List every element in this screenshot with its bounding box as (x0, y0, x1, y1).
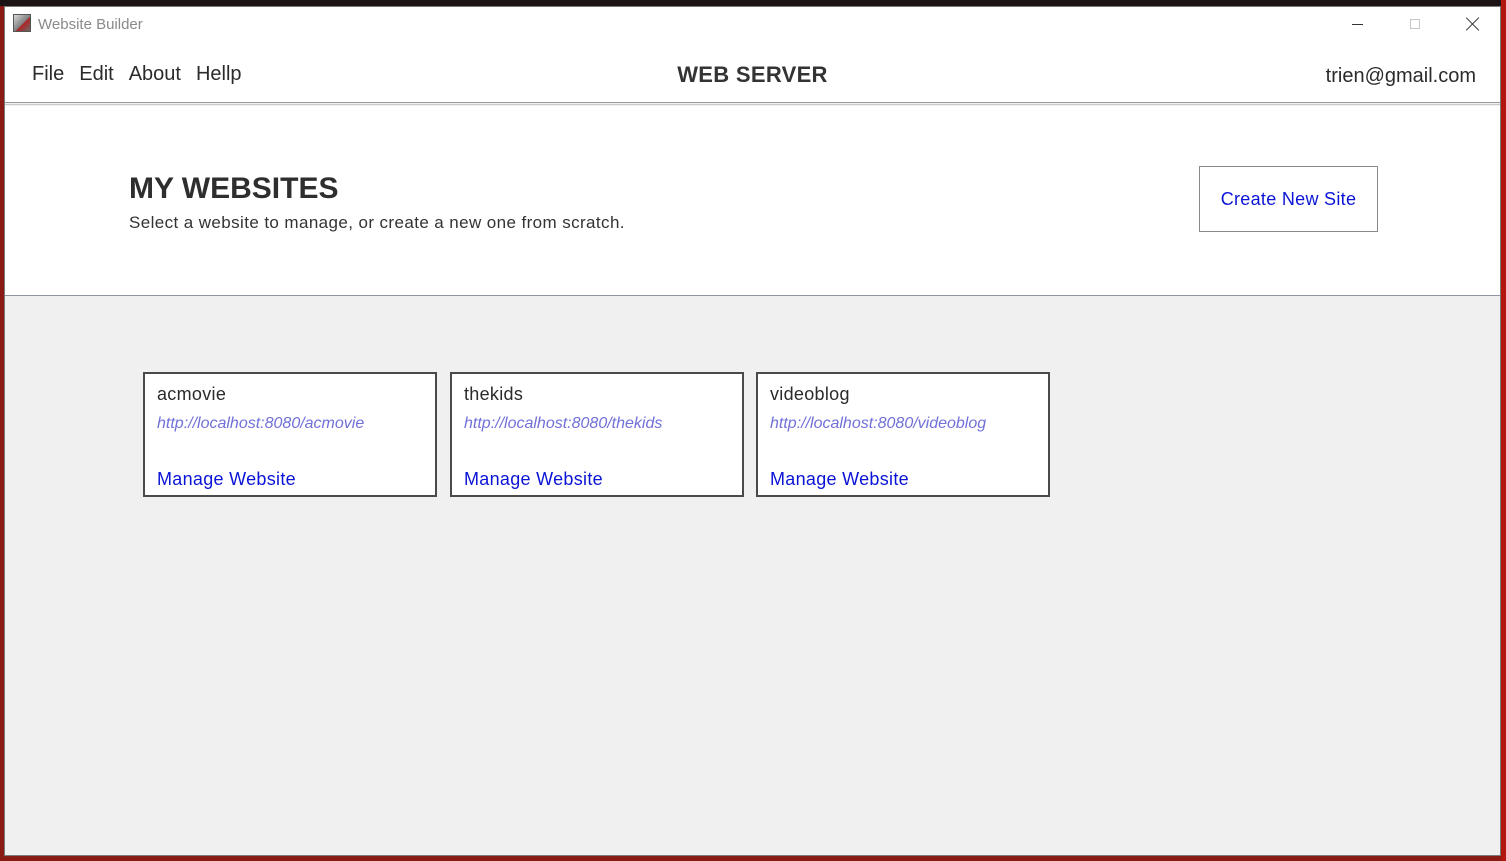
title-bar[interactable]: Website Builder (5, 7, 1500, 41)
maximize-icon (1410, 19, 1420, 29)
minimize-icon (1351, 23, 1363, 25)
minimize-button[interactable] (1328, 7, 1386, 41)
desktop-background-edge (1501, 0, 1506, 861)
page-title: MY WEBSITES (129, 172, 339, 205)
user-email[interactable]: trien@gmail.com (1326, 65, 1476, 88)
app-icon (13, 14, 31, 32)
website-url-link[interactable]: http://localhost:8080/thekids (464, 415, 662, 433)
website-name: videoblog (770, 384, 850, 404)
close-icon (1466, 17, 1480, 31)
website-url-link[interactable]: http://localhost:8080/videoblog (770, 415, 986, 433)
page-subtitle: Select a website to manage, or create a … (129, 213, 625, 232)
brand-title: WEB SERVER (677, 62, 828, 87)
app-window: Website Builder File Edit About Hellp WE… (4, 6, 1501, 856)
manage-website-link[interactable]: Manage Website (770, 469, 909, 490)
website-name: thekids (464, 384, 524, 404)
manage-website-link[interactable]: Manage Website (157, 469, 296, 490)
create-new-site-button[interactable]: Create New Site (1199, 166, 1378, 232)
menu-bar: File Edit About Hellp WEB SERVER trien@g… (5, 41, 1500, 105)
website-card: thekids http://localhost:8080/thekids Ma… (450, 372, 744, 497)
maximize-button[interactable] (1386, 7, 1444, 41)
website-name: acmovie (157, 384, 227, 404)
website-card: acmovie http://localhost:8080/acmovie Ma… (143, 372, 437, 497)
manage-website-link[interactable]: Manage Website (464, 469, 603, 490)
close-button[interactable] (1444, 7, 1502, 41)
website-card: videoblog http://localhost:8080/videoblo… (756, 372, 1050, 497)
website-url-link[interactable]: http://localhost:8080/acmovie (157, 415, 364, 433)
window-title: Website Builder (38, 16, 143, 33)
websites-header: MY WEBSITES Select a website to manage, … (5, 106, 1500, 296)
